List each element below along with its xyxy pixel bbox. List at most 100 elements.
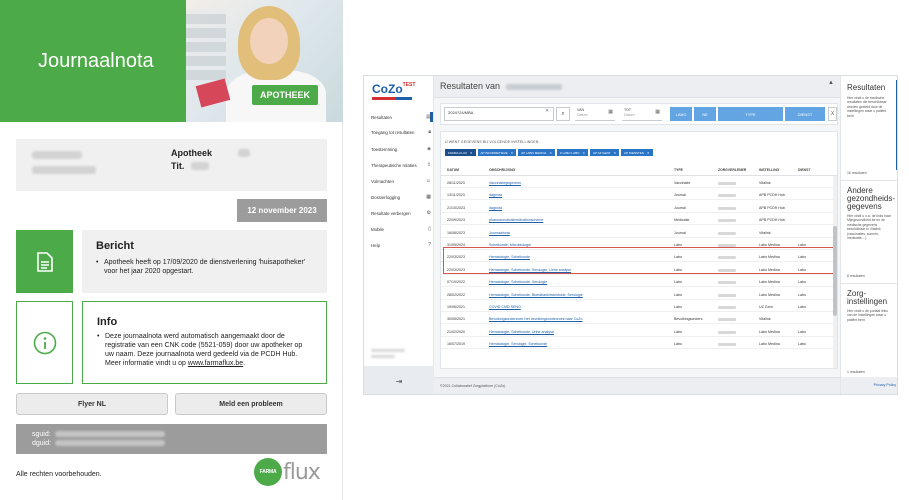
col-instelling[interactable]: INSTELLING xyxy=(759,168,779,172)
panel-gezondheid-count: 8 resultaten xyxy=(847,274,865,278)
cell-omschrijving[interactable]: pharmaceuticalmedicationscheme xyxy=(489,218,543,222)
journaalnota-document: Journaalnota APOTHEEK Apotheek Tit. 12 n… xyxy=(0,0,343,500)
cell-datum: 21/02/2020 xyxy=(447,329,465,334)
apotheek-badge: APOTHEEK xyxy=(252,85,318,105)
pharmacy-label: Apotheek xyxy=(171,148,213,158)
logout-button[interactable]: ⇥ xyxy=(364,366,434,394)
date-from-field[interactable]: VAN Datum ▦ xyxy=(575,107,615,121)
cell-omschrijving[interactable]: Hematologie, Scheikunde, Serologie xyxy=(489,280,547,284)
panel-zorg-title[interactable]: Zorg-instellingen xyxy=(847,290,897,306)
cell-omschrijving[interactable]: Hematologie, Scheikunde, Urine analyse xyxy=(489,330,554,334)
cell-instelling: Vitalink xyxy=(759,181,771,185)
search-button[interactable]: ⌕ xyxy=(556,107,570,121)
filter-labo-button[interactable]: LABO xyxy=(670,107,692,121)
cell-omschrijving[interactable]: Bevolkingsonderzoek Het bevolkingsonderz… xyxy=(489,317,583,321)
info-text: Deze journaalnota werd automatisch aange… xyxy=(97,332,312,368)
sidebar-item-volmachten[interactable]: Volmachten ☺ xyxy=(371,178,431,184)
bericht-text: Apotheek heeft op 17/09/2020 de dienstve… xyxy=(96,258,313,276)
cell-instelling: Labo Medina xyxy=(759,292,780,297)
table-row[interactable]: 21/02/2020 Hematologie, Scheikunde, Urine… xyxy=(441,326,833,337)
col-dienst[interactable]: DIENST xyxy=(798,168,810,172)
panel-resultaten-title[interactable]: Resultaten xyxy=(847,84,885,92)
close-filters-button[interactable]: X xyxy=(828,107,837,121)
sidebar-item-toegang[interactable]: Toegang tot resultaten 🔒︎ xyxy=(371,129,431,135)
institution-chip[interactable]: Z LABO LABO ✕ xyxy=(556,149,588,156)
table-row[interactable]: 28/02/2022 Hematologie, Scheikunde, Bloed… xyxy=(441,289,833,300)
sidebar-item-help[interactable]: Help? xyxy=(371,242,431,248)
sidebar-item-mobile[interactable]: Mobile ▯ xyxy=(371,226,431,232)
report-problem-button[interactable]: Meld een probleem xyxy=(175,393,327,415)
table-row[interactable]: 22/09/2023 pharmaceuticalmedicationscheme… xyxy=(441,214,833,226)
cell-omschrijving[interactable]: Journaalnota xyxy=(489,231,510,235)
panel-resultaten-text: Hier vindt u de medische resultaten die … xyxy=(847,96,887,118)
results-list: U WENT GEGEVENS BIJ VOLGENDE INSTELLINGE… xyxy=(440,131,838,369)
table-row[interactable]: 07/10/2022 Hematologie, Scheikunde, Serol… xyxy=(441,276,833,288)
sidebar-item-dossierlogging[interactable]: Dossierlogging ▦ xyxy=(371,194,431,200)
cell-omschrijving[interactable]: Hematologie, Scheikunde, Bloedbank/trans… xyxy=(489,293,583,297)
flyer-button[interactable]: Flyer NL xyxy=(16,393,168,415)
scroll-thumb[interactable] xyxy=(833,226,837,316)
cell-type: Labo xyxy=(674,342,682,347)
sidebar-item-toestemming[interactable]: Toestemming ◈ xyxy=(371,146,431,152)
table-row[interactable]: 28/11/2023 Vaccinatiegegevens Vaccinatie Vi… xyxy=(441,177,833,188)
institution-chip[interactable]: AP LABO MEDINA ✕ xyxy=(518,149,555,156)
table-row[interactable]: 13/11/2023 dagnota Journal APB PCDH Hub xyxy=(441,189,833,201)
chevron-up-icon[interactable]: ▲ xyxy=(828,80,834,86)
sidebar-item-resultaten[interactable]: Resultaten ▤ xyxy=(371,114,431,120)
redacted-pharmacy xyxy=(238,149,250,157)
cell-datum: 19/06/2021 xyxy=(447,305,465,309)
redacted-zorgverlener xyxy=(718,281,736,285)
sidebar-item-resultate-verbergen[interactable]: Resultate verbergen ⚙ xyxy=(371,210,431,216)
cell-omschrijving[interactable]: dagnota xyxy=(489,206,502,210)
filter-dienst-button[interactable]: DIENST xyxy=(785,107,825,121)
cell-type: Labo xyxy=(674,280,682,285)
cell-datum: 30/05/2021 xyxy=(447,317,465,322)
col-zorgverlener[interactable]: ZORGVERLENER xyxy=(718,168,746,172)
cell-datum: 13/11/2023 xyxy=(447,193,465,198)
institution-chip[interactable]: AP AZ GENT ✕ xyxy=(589,149,620,156)
table-row[interactable]: 19/06/2021 COVID CMD SENO Labo UZ Gent Labo xyxy=(441,301,833,312)
table-row[interactable]: 16/06/2023 Journaalnota Journal Vitalink xyxy=(441,227,833,238)
filter-ne-button[interactable]: NE xyxy=(694,107,716,121)
cell-datum: 28/11/2023 xyxy=(447,181,465,185)
address-box: Apotheek Tit. xyxy=(16,139,327,191)
sidebar-item-therapeutische-relaties[interactable]: Therapeutische relaties ⇪ xyxy=(371,162,431,168)
date-to-field[interactable]: TOT Datum ▦ xyxy=(622,107,662,121)
farmaflux-link[interactable]: www.farmaflux.be xyxy=(188,360,243,367)
panel-resultaten-count: 16 resultaten xyxy=(847,171,867,175)
redacted-tit xyxy=(191,162,209,170)
institution-chip[interactable]: AP INFORMATIEVE ✕ xyxy=(477,149,517,156)
cell-omschrijving[interactable]: Hematologie, Serologie, Scheikunde xyxy=(489,342,547,346)
right-panel: Resultaten Hier vindt u de medische resu… xyxy=(840,76,897,394)
redacted-zorgverlener xyxy=(718,330,736,334)
results-header: Resultaten van ▲ xyxy=(434,76,840,98)
institution-chip[interactable]: AP DIENSTEN ✕ xyxy=(621,149,653,156)
filter-bar: 2024?24/MBA ✕ ⌕ VAN Datum ▦ TOT Datum ▦ LABO… xyxy=(440,103,838,125)
mobile-icon: ▯ xyxy=(428,226,431,232)
cell-omschrijving[interactable]: Vaccinatiegegevens xyxy=(489,181,521,185)
search-icon: ⌕ xyxy=(561,110,565,117)
cell-omschrijving[interactable]: COVID CMD SENO xyxy=(489,305,521,309)
table-row[interactable]: 16/07/2019 Hematologie, Serologie, Scheik… xyxy=(441,338,833,350)
cozo-logo-heartbeat xyxy=(372,97,412,100)
cell-type: Labo xyxy=(674,329,682,334)
filter-type-button[interactable]: TYPE xyxy=(718,107,783,121)
redacted-zorgverlener xyxy=(718,194,736,198)
privacy-policy-link[interactable]: Privacy Policy xyxy=(841,377,897,394)
institution-chip[interactable]: FARMA-FLUX ✕ xyxy=(445,149,476,156)
table-row[interactable]: 21/10/2023 dagnota Journal APB PCDH Hub xyxy=(441,202,833,213)
panel-gezondheid-title[interactable]: Andere gezondheids-gegevens xyxy=(847,187,897,211)
flux-logo-word: flux xyxy=(283,459,321,485)
col-type[interactable]: TYPE xyxy=(674,168,683,172)
rights-text: Alle rechten voorbehouden. xyxy=(16,471,102,478)
cell-datum: 21/10/2023 xyxy=(447,205,465,210)
panel-gezondheid-text: Hier vindt u o.a. de links naar Mijngezo… xyxy=(847,214,891,241)
search-input[interactable]: 2024?24/MBA xyxy=(444,107,554,121)
scrollbar[interactable] xyxy=(833,176,837,368)
col-omschrijving[interactable]: OMSCHRIJVING xyxy=(489,168,515,172)
panel-zorg-text: Hier vindt u de portaal links van de ins… xyxy=(847,309,888,322)
table-row[interactable]: 30/05/2021 Bevolkingsonderzoek Het bevolk… xyxy=(441,313,833,325)
clear-search-icon[interactable]: ✕ xyxy=(545,108,549,114)
cell-omschrijving[interactable]: dagnota xyxy=(489,193,502,197)
col-datum[interactable]: DATUM xyxy=(447,168,459,172)
